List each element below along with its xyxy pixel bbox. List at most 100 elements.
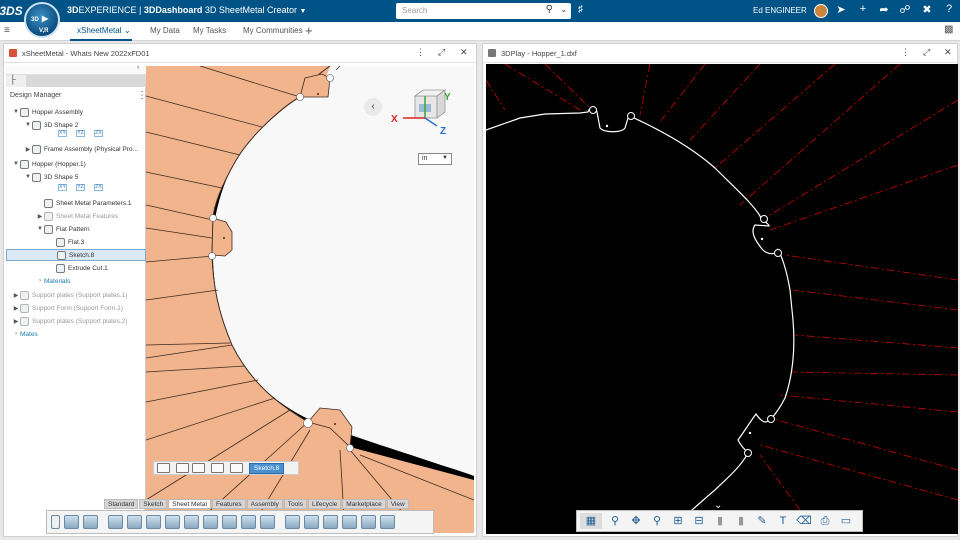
plane-icon[interactable]: YZ — [76, 130, 85, 137]
tree-expand-icon[interactable]: › — [12, 331, 20, 337]
tree-expand-icon[interactable]: ▼ — [24, 122, 32, 128]
zoom-icon[interactable]: ⚲ — [607, 513, 623, 529]
tree-node[interactable]: Extrude Cut.1 — [48, 262, 108, 274]
tab-my-data[interactable]: My Data — [150, 26, 180, 35]
tab-my-tasks[interactable]: My Tasks — [193, 26, 226, 35]
action-tab[interactable]: Sheet Metal — [168, 499, 211, 509]
measure-icon[interactable]: ⌫ — [796, 513, 812, 529]
view-mode-icon[interactable]: ▦ — [580, 513, 602, 529]
tree-node[interactable]: ▶ Frame Assembly (Physical Pro... — [24, 143, 138, 155]
tab-my-communities[interactable]: My Communities — [243, 26, 303, 35]
action-icon-1[interactable] — [64, 515, 79, 529]
tree-node[interactable]: ▼ Hopper Assembly — [12, 106, 83, 118]
tree-node[interactable]: ▼ Hopper (Hopper.1) — [12, 158, 86, 170]
chevron-down-icon[interactable]: ⌄ — [560, 5, 567, 14]
search-icon[interactable]: ⚲ — [546, 4, 553, 15]
tree-node[interactable]: ▶ Sheet Metal Features — [36, 210, 118, 222]
tree-expand-icon[interactable]: ▶ — [12, 305, 20, 312]
action-icon-15[interactable] — [342, 515, 357, 529]
action-icon-17[interactable] — [380, 515, 395, 529]
action-tab[interactable]: Tools — [283, 499, 307, 509]
action-tab[interactable]: Lifecycle — [307, 499, 342, 509]
search-input[interactable]: Search ⚲ ⌄ — [396, 3, 571, 19]
plane-icon[interactable]: XY — [58, 130, 67, 137]
user-name[interactable]: Ed ENGINEER — [753, 6, 807, 15]
zoom-area-icon[interactable]: ⚲ — [649, 513, 665, 529]
action-icon-10[interactable] — [241, 515, 256, 529]
collapse-icon[interactable]: ‹ — [137, 64, 139, 71]
dm-search-strip[interactable] — [26, 75, 146, 87]
share-flag-icon[interactable]: ➤ — [834, 3, 848, 19]
tag-icon[interactable]: ♯ — [578, 4, 583, 15]
tree-expand-icon[interactable]: ▶ — [12, 292, 20, 299]
action-icon-16[interactable] — [361, 515, 376, 529]
next-view-icon[interactable]: ▮ — [733, 513, 749, 529]
action-icon-12[interactable] — [285, 515, 300, 529]
tools-icon[interactable]: ✖ — [920, 3, 934, 19]
action-icon-4[interactable] — [127, 515, 142, 529]
chat-icon[interactable]: ▩ — [944, 24, 953, 35]
minibar-icon-1[interactable] — [157, 463, 170, 473]
plane-icon[interactable]: YZ — [76, 184, 85, 191]
close-icon[interactable]: ✕ — [460, 47, 468, 58]
panel-icon[interactable]: ▭ — [838, 513, 854, 529]
minibar-icon-5[interactable] — [230, 463, 243, 473]
tree-node[interactable]: Sketch.8 — [6, 249, 146, 261]
action-icon-6[interactable] — [165, 515, 180, 529]
compass-widget[interactable]: 3D ▶ V,R — [24, 2, 60, 38]
markup-pen-icon[interactable]: ✎ — [754, 513, 770, 529]
action-icon-13[interactable] — [304, 515, 319, 529]
action-icon-3[interactable] — [108, 515, 123, 529]
tree-node[interactable]: › Mates — [12, 328, 38, 340]
action-icon-8[interactable] — [203, 515, 218, 529]
more-options-icon[interactable]: ⋮ — [416, 47, 425, 58]
minibar-icon-3[interactable] — [192, 463, 205, 473]
tree-icon[interactable]: ├ — [10, 75, 16, 84]
avatar[interactable] — [814, 4, 828, 18]
zoom-out-icon[interactable]: ⊟ — [691, 513, 707, 529]
minibar-icon-2[interactable] — [176, 463, 189, 473]
tree-expand-icon[interactable]: ▶ — [12, 318, 20, 325]
tree-expand-icon[interactable]: ▼ — [12, 109, 20, 115]
action-tab[interactable]: View — [386, 499, 409, 509]
right-more-options-icon[interactable]: ⋮ — [901, 47, 910, 58]
tree-node[interactable]: ▼ 3D Shape 2 — [24, 119, 78, 131]
tree-node[interactable]: ▶ Support plates (Support plates.2) — [12, 315, 127, 327]
plane-icon[interactable]: XY — [58, 184, 67, 191]
zoom-in-icon[interactable]: ⊞ — [670, 513, 686, 529]
plane-icon[interactable]: ZX — [94, 130, 103, 137]
ds-logo[interactable]: 3DS — [0, 0, 23, 22]
tree-expand-icon[interactable]: ▶ — [36, 213, 44, 220]
tree-node[interactable]: › Materials — [36, 275, 70, 287]
action-icon-11[interactable] — [260, 515, 275, 529]
tree-node[interactable]: ▶ Support Form (Support Form.1) — [12, 302, 123, 314]
action-icon-14[interactable] — [323, 515, 338, 529]
print-icon[interactable]: ⎙ — [817, 513, 833, 529]
action-icon-9[interactable] — [222, 515, 237, 529]
plane-icon[interactable]: ZX — [94, 184, 103, 191]
tree-node[interactable]: Sheet Metal Parameters.1 — [36, 197, 132, 209]
tree-expand-icon[interactable]: ▼ — [36, 226, 44, 232]
action-tab[interactable]: Standard — [104, 499, 139, 509]
action-icon-7[interactable] — [184, 515, 199, 529]
forward-icon[interactable]: ➦ — [877, 3, 891, 19]
tree-node[interactable]: Flat.3 — [48, 236, 84, 248]
text-icon[interactable]: T — [775, 513, 791, 529]
action-tab[interactable]: Marketplace — [342, 499, 386, 509]
network-share-icon[interactable]: ☍ — [898, 3, 912, 19]
action-icon-2[interactable] — [83, 515, 98, 529]
maximize-icon[interactable]: ⤢ — [438, 47, 445, 58]
menu-icon[interactable]: ≡ — [4, 25, 10, 36]
action-tab[interactable]: Features — [211, 499, 246, 509]
action-tab[interactable]: Sketch — [139, 499, 168, 509]
pan-icon[interactable]: ✥ — [628, 513, 644, 529]
minibar-icon-4[interactable] — [211, 463, 224, 473]
dxf-viewport[interactable] — [486, 64, 958, 534]
tree-expand-icon[interactable]: ▼ — [24, 174, 32, 180]
action-tab[interactable]: Assembly — [246, 499, 283, 509]
tree-expand-icon[interactable]: ▶ — [24, 146, 32, 153]
right-close-icon[interactable]: ✕ — [944, 47, 952, 58]
add-tab-icon[interactable]: + — [305, 23, 313, 38]
collapse-panel-chevron[interactable]: ‹ — [364, 98, 382, 116]
tree-expand-icon[interactable]: › — [36, 278, 44, 284]
